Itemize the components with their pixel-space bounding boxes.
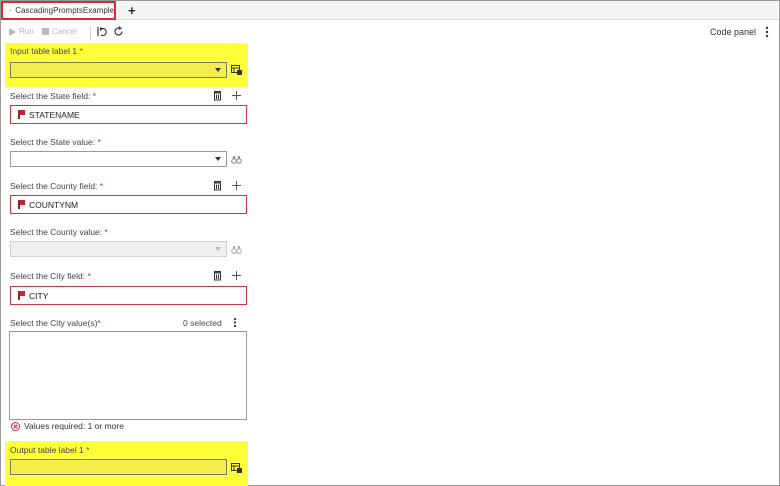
run-label: Run	[19, 27, 34, 36]
table-browse-icon[interactable]	[231, 64, 242, 75]
toolbar: Run Cancel Code panel	[1, 21, 778, 43]
city-selected-count: 0 selected	[183, 318, 222, 328]
code-panel-button[interactable]: Code panel	[710, 27, 756, 37]
plus-icon[interactable]	[231, 180, 242, 191]
state-value-select[interactable]	[10, 151, 227, 167]
more-options-icon[interactable]	[764, 25, 770, 39]
state-field-value: STATENAME	[29, 109, 80, 120]
county-value-select[interactable]	[10, 241, 227, 257]
reset-icon[interactable]	[96, 25, 109, 38]
play-icon	[9, 27, 16, 36]
validation-message: Values required: 1 or more	[11, 421, 124, 431]
tab-cascading-prompts-example[interactable]: CascadingPromptsExample	[1, 1, 116, 20]
error-icon	[11, 421, 20, 431]
add-tab-button[interactable]: +	[128, 2, 136, 19]
plus-icon[interactable]	[231, 270, 242, 281]
county-value-label: Select the County value: *	[10, 227, 108, 237]
plus-icon[interactable]	[231, 90, 242, 101]
state-field-input[interactable]: STATENAME	[10, 105, 247, 124]
chevron-down-icon	[215, 157, 221, 161]
city-field-label: Select the City field: *	[10, 271, 91, 281]
binoculars-icon[interactable]	[231, 154, 242, 165]
validation-text: Values required: 1 or more	[24, 421, 125, 431]
stop-icon	[42, 28, 49, 35]
input-table-select[interactable]	[10, 62, 227, 78]
flag-icon	[18, 110, 25, 119]
trash-icon[interactable]	[212, 90, 223, 101]
cancel-button[interactable]: Cancel	[42, 27, 77, 36]
toolbar-divider	[90, 26, 91, 39]
output-table-label: Output table label 1 *	[10, 445, 90, 455]
county-field-input[interactable]: COUNTYNM	[10, 195, 247, 214]
tab-bar: CascadingPromptsExample +	[1, 1, 778, 20]
chevron-down-icon	[215, 68, 221, 72]
state-field-label: Select the State field: *	[10, 91, 97, 101]
tab-title: CascadingPromptsExample	[15, 6, 114, 15]
run-button[interactable]: Run	[9, 27, 34, 36]
trash-icon[interactable]	[212, 180, 223, 191]
city-values-listbox[interactable]	[9, 331, 247, 420]
tab-eye-icon	[9, 9, 12, 12]
chevron-down-icon	[215, 247, 221, 251]
flag-icon	[18, 200, 25, 209]
more-options-icon[interactable]	[232, 317, 238, 328]
refresh-icon[interactable]	[112, 25, 125, 38]
binoculars-icon[interactable]	[231, 244, 242, 255]
city-field-input[interactable]: CITY	[10, 286, 247, 305]
city-values-label: Select the City value(s)*	[10, 318, 101, 328]
county-field-value: COUNTYNM	[29, 199, 79, 210]
trash-icon[interactable]	[212, 270, 223, 281]
table-browse-icon[interactable]	[231, 462, 242, 473]
county-field-label: Select the County field: *	[10, 181, 104, 191]
city-field-value: CITY	[29, 290, 49, 301]
state-value-label: Select the State value: *	[10, 137, 101, 147]
input-table-label: Input table label 1 *	[10, 46, 83, 56]
cancel-label: Cancel	[52, 27, 77, 36]
flag-icon	[18, 291, 25, 300]
output-table-input[interactable]	[10, 459, 227, 475]
